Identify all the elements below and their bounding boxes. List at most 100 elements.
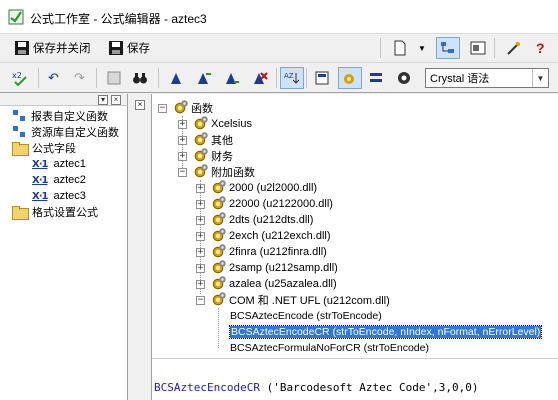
redo-button[interactable]: ↷ (70, 67, 89, 89)
expand-icon[interactable]: + (196, 263, 205, 273)
formula-icon: X·1 (32, 174, 49, 186)
tree-node-2samp[interactable]: + 2samp (u212samp.dll) (196, 260, 338, 276)
tree-item-aztec3[interactable]: X·1 aztec3 (32, 188, 86, 204)
svg-text:AZ: AZ (284, 72, 294, 80)
function-gear-icon (211, 244, 227, 260)
save-button[interactable]: 保存 (104, 37, 154, 59)
tree-leaf-bcsaztecencodecr[interactable]: BCSAztecEncodeCR (strToEncode, nIndex, n… (228, 324, 543, 340)
check-syntax-icon: x2 (12, 71, 27, 86)
tree-item-format-formulas[interactable]: 格式设置公式 (12, 204, 98, 220)
tree-item-repository-functions[interactable]: 资源库自定义函数 (12, 124, 119, 140)
find-button[interactable] (128, 67, 152, 89)
tree-item-report-functions[interactable]: 报表自定义函数 (12, 108, 108, 124)
workshop-tree: ▾ × 报表自定义函数 资源库自定义函数 公式字段 X·1 aztec1 X·1… (0, 94, 128, 400)
tree-node-2finra[interactable]: + 2finra (u212finra.dll) (196, 244, 327, 260)
expand-icon[interactable]: + (196, 231, 205, 241)
tree-node-22000[interactable]: + 22000 (u2122000.dll) (196, 196, 333, 212)
tree-node-label: BCSAztecFormulaNoForCR (strToEncode) (230, 342, 429, 354)
expand-icon[interactable]: + (178, 151, 187, 161)
prev-bookmark-button[interactable] (220, 67, 244, 89)
tree-node-2dts[interactable]: + 2dts (u212dts.dll) (196, 212, 313, 228)
expand-icon[interactable]: + (196, 247, 205, 257)
function-gear-icon (211, 180, 227, 196)
tree-item-label: 资源库自定义函数 (31, 127, 119, 139)
properties-button[interactable] (466, 37, 490, 59)
help-button[interactable]: ? (532, 37, 549, 59)
tree-line (218, 308, 219, 348)
function-gear-icon (193, 116, 209, 132)
next-bookmark-button[interactable] (192, 67, 216, 89)
tree-node-label-selected: BCSAztecEncodeCR (strToEncode, nIndex, n… (228, 325, 543, 339)
close-icon[interactable]: × (135, 100, 145, 110)
expand-icon[interactable]: + (178, 119, 187, 129)
tree-node-label: Xcelsius (211, 118, 252, 130)
tree-node-label: 2exch (u212exch.dll) (229, 230, 331, 242)
toggle-tree-button[interactable] (436, 37, 460, 59)
help-icon: ? (536, 40, 545, 56)
undo-button[interactable]: ↶ (44, 67, 63, 89)
syntax-select[interactable]: Crystal 语法 ▼ (425, 68, 549, 88)
new-dropdown-button[interactable]: ▼ (414, 37, 430, 59)
tree-node-xcelsius[interactable]: + Xcelsius (178, 116, 252, 132)
tree-node-2000[interactable]: + 2000 (u2l2000.dll) (196, 180, 317, 196)
tree-node-com-net-ufl[interactable]: − COM 和 .NET UFL (u212com.dll) (196, 292, 390, 308)
bookmark-icon (107, 71, 121, 85)
tree-leaf-bcsaztecformulanoforcr[interactable]: BCSAztecFormulaNoForCR (strToEncode) (230, 340, 429, 356)
window-title: 公式工作室 - 公式编辑器 - aztec3 (30, 12, 207, 26)
save-close-button[interactable]: 保存并关闭 (10, 37, 95, 59)
binoculars-icon (133, 73, 147, 84)
field-tree-icon (315, 71, 329, 85)
expand-icon[interactable]: + (178, 135, 187, 145)
tree-node-2exch[interactable]: + 2exch (u212exch.dll) (196, 228, 331, 244)
expand-icon[interactable]: + (196, 183, 205, 193)
tree-item-aztec1[interactable]: X·1 aztec1 (32, 156, 86, 172)
function-gear-icon (211, 196, 227, 212)
app-icon (8, 9, 24, 25)
function-gear-icon (211, 292, 227, 308)
function-gear-icon (193, 164, 209, 180)
close-icon[interactable]: × (111, 95, 121, 105)
bookmark-button[interactable] (102, 67, 126, 89)
tree-item-formula-fields[interactable]: 公式字段 (12, 140, 76, 156)
function-gear-icon (211, 276, 227, 292)
function-gear-icon (193, 148, 209, 164)
tree-node-azalea[interactable]: + azalea (u25azalea.dll) (196, 276, 337, 292)
formula-editor[interactable]: BCSAztecEncodeCR ('Barcodesoft Aztec Cod… (152, 358, 558, 400)
tree-node-label: COM 和 .NET UFL (u212com.dll) (229, 295, 390, 307)
bookmark-toggle-button[interactable] (164, 67, 188, 89)
collapse-icon[interactable]: − (196, 295, 205, 305)
new-button[interactable] (388, 37, 412, 59)
collapse-icon[interactable]: − (158, 103, 167, 113)
folder-icon (12, 206, 29, 220)
tree-item-aztec2[interactable]: X·1 aztec2 (32, 172, 86, 188)
collapse-icon[interactable]: − (178, 167, 187, 177)
dropdown-icon[interactable]: ▾ (98, 95, 108, 105)
function-tree-button[interactable] (338, 67, 362, 89)
check-formula-button[interactable]: x2 (8, 67, 32, 89)
tree-node-root[interactable]: − 函数 (158, 100, 213, 116)
tree-node-additional[interactable]: − 附加函数 (178, 164, 255, 180)
save-icon (109, 41, 123, 55)
expand-icon[interactable]: + (196, 279, 205, 289)
tree-node-label: 函数 (191, 103, 213, 115)
tree-node-other[interactable]: + 其他 (178, 132, 233, 148)
pane-splitter[interactable]: × (128, 94, 152, 400)
expert-button[interactable] (502, 37, 526, 59)
tree-leaf-bcsaztecencode[interactable]: BCSAztecEncode (strToEncode) (230, 308, 382, 324)
tree-item-label: 格式设置公式 (32, 207, 98, 219)
syntax-value: Crystal 语法 (430, 73, 490, 85)
expand-icon[interactable]: + (196, 199, 205, 209)
custom-function-button[interactable] (392, 67, 416, 89)
function-gear-icon (211, 260, 227, 276)
flag-clear-icon (254, 72, 268, 84)
clear-bookmarks-button[interactable] (248, 67, 272, 89)
function-tree: − 函数 + Xcelsius + 其他 + 财务 − 附加函数 + 2000 … (152, 94, 558, 358)
divider (158, 68, 159, 88)
operator-tree-button[interactable] (364, 67, 388, 89)
field-tree-button[interactable] (310, 67, 334, 89)
sort-button[interactable]: AZ (280, 67, 304, 89)
formula-icon: X·1 (32, 158, 49, 170)
expand-icon[interactable]: + (196, 215, 205, 225)
tree-node-finance[interactable]: + 财务 (178, 148, 233, 164)
flag-prev-icon (226, 73, 239, 84)
